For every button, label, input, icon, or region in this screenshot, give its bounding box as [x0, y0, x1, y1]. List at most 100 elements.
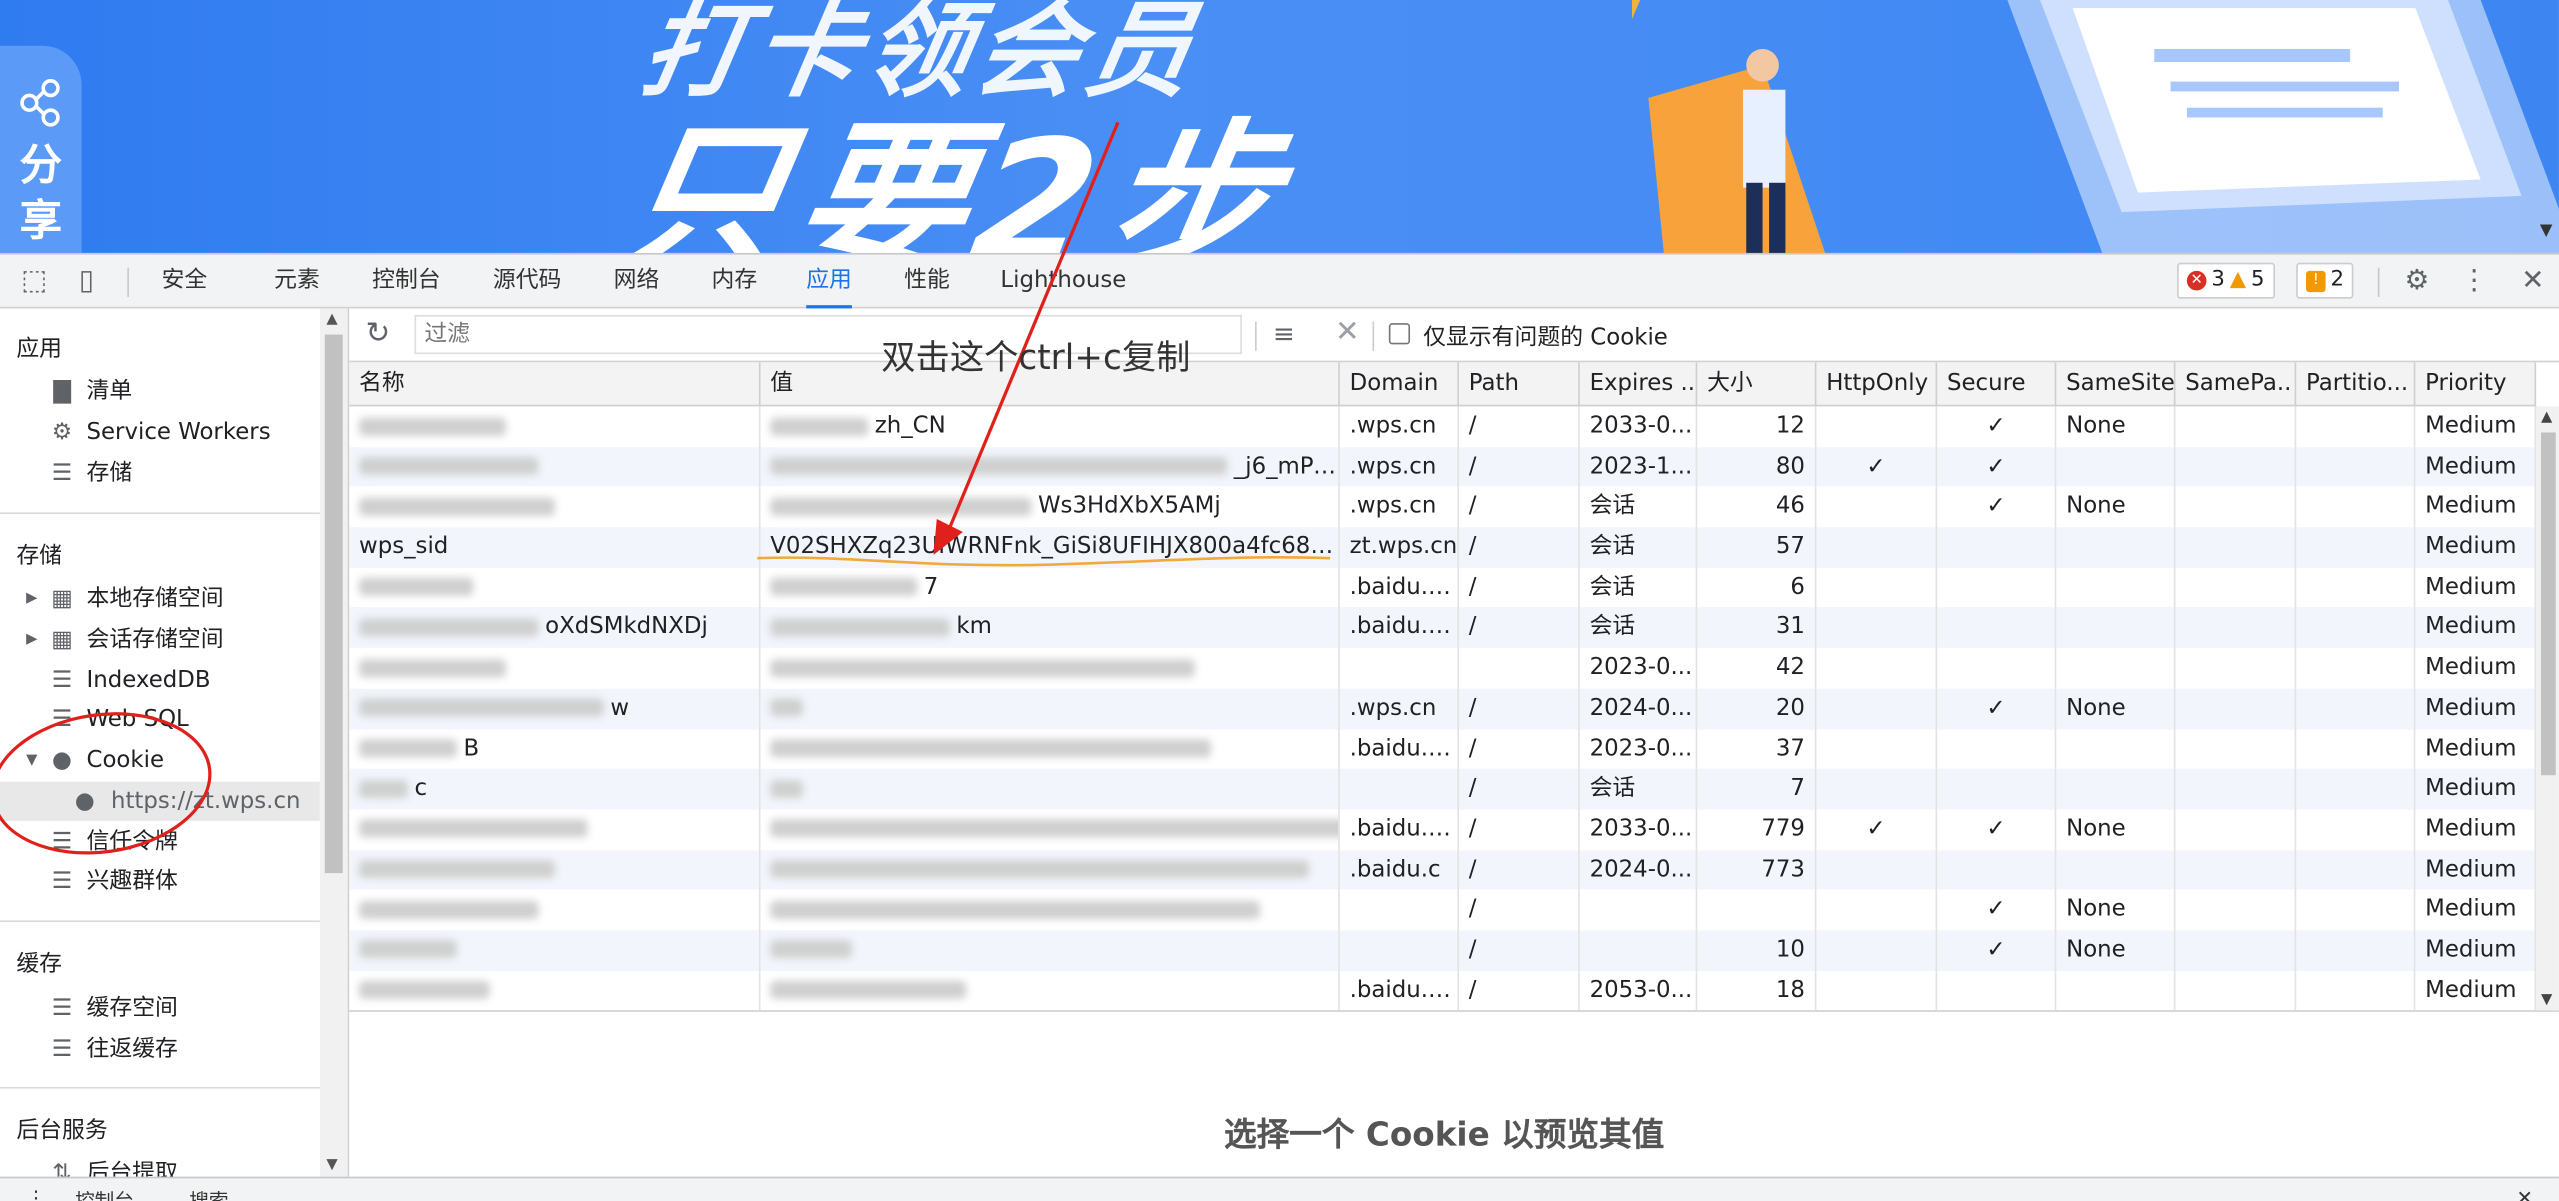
table-scrollbar[interactable]: ▲ ▼ [2536, 406, 2559, 1011]
table-row[interactable]: w .wps.cn / 2024-0... 20 ✓ None Medium [349, 688, 2537, 729]
column-header[interactable]: Secure [1937, 362, 2057, 407]
column-header[interactable]: Domain [1340, 362, 1460, 407]
tab-memory[interactable]: 内存 [712, 255, 758, 309]
cell-text: ✓ [1986, 453, 2006, 480]
cell-text: ✓ [1986, 815, 2006, 842]
table-cell-value [761, 889, 1340, 931]
table-row[interactable]: _j6_mPipxq .wps.cn / 2023-1... 80 ✓ ✓ Medium [349, 446, 2537, 487]
toolbar-divider [2377, 267, 2380, 298]
sidebar-divider [0, 1086, 320, 1089]
refresh-icon[interactable]: ↻ [366, 317, 391, 351]
close-devtools-icon[interactable]: ✕ [2515, 264, 2551, 300]
sidebar-item-service-workers[interactable]: ⚙ Service Workers [0, 413, 320, 452]
sidebar-item-bfcache[interactable]: ☰ 往返缓存 [0, 1030, 320, 1069]
settings-gear-icon[interactable]: ⚙ [2399, 264, 2435, 300]
inspect-element-icon[interactable]: ⬚ [16, 264, 52, 300]
table-cell-empty [2175, 889, 2297, 931]
table-row[interactable]: .baidu.c / 2024-0... 773 Medium [349, 849, 2537, 890]
console-counts-badge[interactable]: ✕ 3 ▲ 5 [2177, 262, 2275, 299]
expand-arrow-icon[interactable]: ▶ [26, 620, 37, 659]
sidebar-item-session-storage[interactable]: ▶ ▦ 会话存储空间 [0, 620, 320, 659]
table-cell-secure: ✓ [1937, 930, 2057, 971]
cell-text: Medium [2425, 815, 2517, 842]
delete-selected-icon[interactable]: ✕ [1335, 315, 1360, 349]
sidebar-item-cache-storage[interactable]: ☰ 缓存空间 [0, 989, 320, 1028]
clear-all-cookies-icon[interactable]: ≡ [1273, 318, 1295, 349]
column-header[interactable]: Expires .. [1580, 362, 1698, 407]
column-header[interactable]: SameSite [2056, 362, 2176, 407]
table-cell-httponly [1816, 970, 1938, 1011]
sidebar-item-interest-groups[interactable]: ☰ 兴趣群体 [0, 862, 320, 901]
table-row[interactable]: zh_CN .wps.cn/2033-0... 12 ✓ None Medium [349, 406, 2537, 447]
table-row[interactable]: wps_sid V02SHXZq23UIWRNFnk_GiSi8UFIHJX800… [349, 527, 2537, 568]
scrollbar-thumb[interactable] [324, 334, 343, 874]
table-row[interactable]: / ✓ None Medium [349, 889, 2537, 931]
column-header[interactable]: SamePa.. [2175, 362, 2297, 407]
tab-sources[interactable]: 源代码 [493, 255, 562, 309]
cell-text: Medium [2425, 614, 2517, 641]
table-cell-secure: ✓ [1937, 486, 2057, 528]
sidebar-item-storage[interactable]: ☰ 存储 [0, 454, 320, 493]
page-scroll-down-arrow[interactable]: ▼ [2540, 222, 2553, 240]
sidebar-scrollbar[interactable]: ▲ ▼ [319, 308, 348, 1177]
tab-console[interactable]: 控制台 [372, 255, 441, 309]
sidebar-section-cache: 缓存 [16, 951, 63, 978]
table-row[interactable]: c / 会话 7 Medium [349, 768, 2537, 810]
bottom-drawer: ⋮ 控制台 搜索 ✕ [0, 1176, 2559, 1201]
table-row[interactable]: Ws3HdXbX5AMj .wps.cn / 会话 46 ✓ None Medium [349, 486, 2537, 528]
tab-application[interactable]: 应用 [806, 255, 852, 309]
table-row[interactable]: 7 .baidu.c... / 会话 6 Medium [349, 567, 2537, 608]
table-row[interactable]: / 10 ✓ None Medium [349, 930, 2537, 971]
column-header[interactable]: Path [1459, 362, 1580, 407]
sidebar-item-local-storage[interactable]: ▶ ▦ 本地存储空间 [0, 579, 320, 618]
scrollbar-thumb[interactable] [2541, 432, 2556, 776]
drawer-tab-search[interactable]: 搜索 [189, 1186, 228, 1201]
table-cell-expires: 会话 [1580, 486, 1698, 528]
table-cell-samesite: None [2056, 688, 2176, 729]
table-cell-value: km [761, 607, 1340, 649]
table-cell-httponly [1816, 688, 1938, 729]
only-issues-checkbox[interactable] [1388, 323, 1411, 345]
cell-text: .wps.cn [1349, 694, 1437, 722]
share-button[interactable]: 分享 [0, 45, 82, 253]
drawer-menu-icon[interactable]: ⋮ [26, 1186, 46, 1201]
cell-text: ✓ [1866, 453, 1886, 480]
scroll-down-arrow[interactable]: ▼ [2541, 992, 2552, 1008]
table-cell-size: 57 [1697, 527, 1817, 568]
expand-arrow-icon[interactable]: ▶ [26, 579, 37, 618]
table-row[interactable]: .baidu.c... / 2053-0... 18 Medium [349, 970, 2537, 1011]
device-toolbar-icon[interactable]: ▯ [69, 264, 105, 300]
more-options-icon[interactable]: ⋮ [2456, 264, 2492, 300]
document-icon: ▇ [53, 378, 71, 405]
cell-text: None [2066, 815, 2126, 842]
column-header[interactable]: HttpOnly [1816, 362, 1938, 407]
column-header[interactable]: Priority [2415, 362, 2537, 407]
table-cell-domain: .wps.cn [1340, 688, 1460, 729]
drawer-tab-console[interactable]: 控制台 [75, 1186, 134, 1201]
table-row[interactable]: oXdSMkdNXDj km .baidu.c... / 会话 31 Medium [349, 607, 2537, 649]
scroll-down-arrow[interactable]: ▼ [326, 1157, 337, 1173]
column-header[interactable]: Partitio... [2296, 362, 2416, 407]
table-row[interactable]: 2023-0... 42 Medium [349, 648, 2537, 689]
table-row[interactable]: .baidu.c... / 2033-0... 779 ✓ ✓ None Medium [349, 809, 2537, 850]
sidebar-item-manifest[interactable]: ▇ 清单 [0, 372, 320, 411]
devtools-tabbar: ⬚ ▯ 安全 元素 控制台 源代码 网络 内存 应用 性能 Lighthouse… [0, 252, 2559, 309]
sidebar-section-application: 应用 [16, 336, 63, 363]
table-row[interactable]: B .baidu.c... / 2023-0... 37 Medium [349, 728, 2537, 769]
cell-text: / [1468, 815, 1477, 842]
column-header[interactable]: 大小 [1697, 362, 1817, 407]
table-cell-empty [2296, 406, 2416, 447]
issues-badge[interactable]: ! 2 [2296, 262, 2354, 299]
close-drawer-icon[interactable]: ✕ [2516, 1186, 2532, 1201]
scroll-up-arrow[interactable]: ▲ [326, 312, 337, 328]
table-cell-expires [1580, 930, 1698, 971]
scroll-up-arrow[interactable]: ▲ [2541, 410, 2552, 426]
tab-elements[interactable]: 元素 [274, 255, 320, 309]
cell-text: 57 [1775, 533, 1805, 560]
table-cell-size: 12 [1697, 406, 1817, 447]
sidebar-item-indexeddb[interactable]: ☰ IndexedDB [0, 661, 320, 700]
column-header[interactable]: 名称 [349, 362, 761, 407]
tab-security[interactable]: 安全 [162, 255, 208, 309]
tab-network[interactable]: 网络 [614, 255, 660, 309]
cell-text: 2033-0... [1589, 412, 1693, 440]
